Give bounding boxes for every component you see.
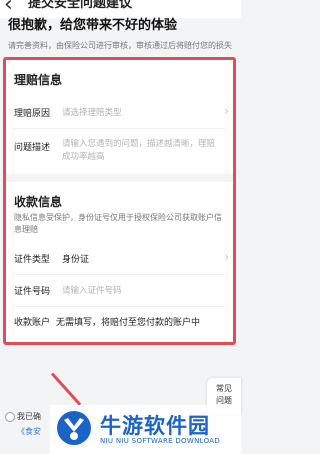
watermark-title: 牛游软件园 <box>100 414 210 438</box>
apology-headline: 很抱歉，给您带来不好的体验 <box>8 18 178 33</box>
page-title: 提交安全问题建议 <box>28 0 133 11</box>
claim-form-card: 理赔信息 理赔原因 请选择理赔类型 › 问题描述 请输入您遇到的问题，描述越清晰… <box>3 57 236 345</box>
claim-section-title: 理赔信息 <box>14 73 63 87</box>
divider-line <box>14 306 226 307</box>
divider-line <box>14 128 226 129</box>
claim-reason-label: 理赔原因 <box>14 109 51 119</box>
problem-placeholder-line2: 成功率越高 <box>62 152 105 162</box>
agreement-link[interactable]: 《食安 <box>17 426 41 437</box>
divider-line <box>14 274 226 275</box>
claim-reason-select[interactable]: 请选择理赔类型 <box>62 106 122 118</box>
chevron-right-icon[interactable]: › <box>224 104 229 118</box>
account-value: 无需填写，将赔付至您付款的账户中 <box>56 318 201 328</box>
agreement-checkbox[interactable] <box>5 412 15 422</box>
watermark-subtitle: NIU NIU SOFTWARE DOWNLOAD <box>100 437 221 445</box>
intro-subtext: 请完善资料，由保险公司进行审核，审核通过后将赔付您的损失 <box>8 41 232 50</box>
id-number-input[interactable]: 请输入证件号码 <box>62 284 122 296</box>
problem-placeholder-line1: 请输入您遇到的问题，描述越清晰，理赔 <box>62 139 216 149</box>
id-number-label: 证件号码 <box>14 287 51 297</box>
id-type-select[interactable]: 身份证 <box>62 252 89 265</box>
section-gap <box>6 174 233 182</box>
id-type-label: 证件类型 <box>14 255 51 265</box>
chevron-right-icon[interactable]: › <box>224 250 229 264</box>
watermark-logo-icon <box>57 411 91 445</box>
agreement-text: 我已确 <box>17 412 41 421</box>
problem-description-label: 问题描述 <box>14 143 51 153</box>
payment-section-title: 收款信息 <box>14 195 63 209</box>
faq-label-line1: 常见 <box>216 384 232 393</box>
account-label: 收款账户 <box>14 318 51 328</box>
privacy-note: 隐私信息受保护，身份证号仅用于授权保险公司获取账户信息理赔 <box>14 213 222 234</box>
problem-description-input[interactable]: 请输入您遇到的问题，描述越清晰，理赔 成功率越高 <box>62 138 215 164</box>
